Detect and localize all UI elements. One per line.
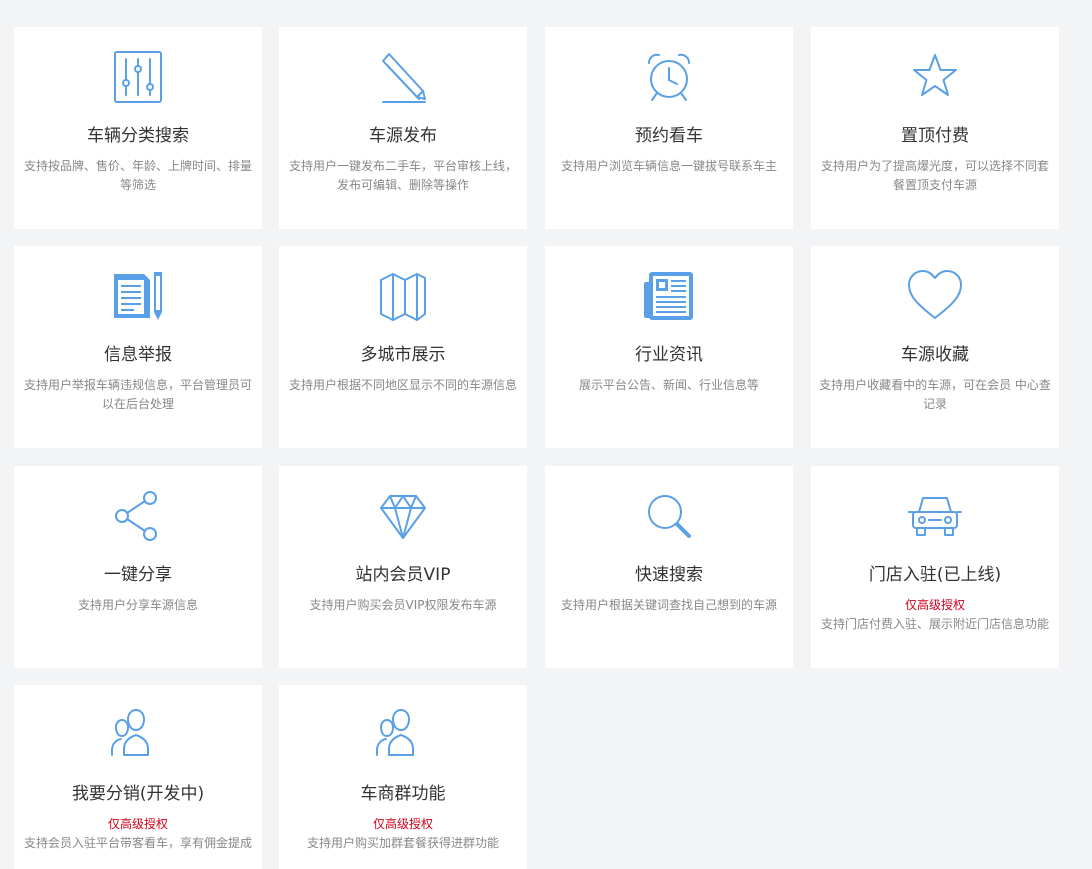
premium-license-badge: 仅高级授权 [904, 598, 965, 612]
feature-title: 我要分销(开发中) [71, 784, 205, 804]
feature-description: 支持用户购买会员VIP权限发布车源 [287, 596, 519, 615]
feature-card[interactable]: 站内会员VIP 支持用户购买会员VIP权限发布车源 [279, 466, 527, 668]
feature-description: 支持用户举报车辆违规信息，平台管理员可 以在后台处理 [22, 376, 254, 414]
feature-title: 车商群功能 [360, 784, 446, 804]
feature-description-line: 支持用户根据不同地区显示不同的车源信息 [288, 378, 517, 392]
feature-description: 支持用户根据关键词查找自己想到的车源 [553, 596, 785, 615]
document-pen-icon [14, 268, 262, 324]
feature-description-line: 支持用户举报车辆违规信息，平台管理员可 [23, 378, 252, 392]
heart-icon [811, 268, 1059, 324]
feature-title: 车源收藏 [901, 345, 969, 365]
feature-card[interactable]: 车辆分类搜索支持按品牌、售价、年龄、上牌时间、排量 等筛选 [14, 27, 262, 229]
feature-description-line: 餐置顶支付车源 [892, 178, 977, 192]
feature-description: 仅高级授权支持门店付费入驻、展示附近门店信息功能 [819, 596, 1051, 634]
feature-title: 站内会员VIP [355, 565, 451, 585]
feature-title: 快速搜索 [635, 565, 703, 585]
feature-title: 车辆分类搜索 [87, 126, 189, 146]
feature-title: 一键分享 [104, 565, 172, 585]
feature-description: 支持用户根据不同地区显示不同的车源信息 [287, 376, 519, 395]
feature-card[interactable]: 我要分销(开发中) 仅高级授权支持会员入驻平台带客看车，享有佣金提成 [14, 685, 262, 869]
feature-card[interactable]: 置顶付费支持用户为了提高爆光度，可以选择不同套 餐置顶支付车源 [811, 27, 1059, 229]
map-icon [279, 268, 527, 324]
feature-description-line: 发布可编辑、删除等操作 [336, 178, 469, 192]
feature-card[interactable]: 车源发布支持用户一键发布二手车，平台审核上线， 发布可编辑、删除等操作 [279, 27, 527, 229]
feature-title: 预约看车 [635, 126, 703, 146]
feature-description: 支持用户为了提高爆光度，可以选择不同套 餐置顶支付车源 [819, 157, 1051, 195]
feature-title: 信息举报 [104, 345, 172, 365]
feature-title: 车源发布 [369, 126, 437, 146]
feature-grid: 车辆分类搜索 支持按品牌、售价、年龄、上牌时间、排量 等筛选 车源发布 支持用户一键发布… [0, 0, 1092, 869]
feature-card[interactable]: 信息举报支持用户举报车辆违规信息，平台管理员可 以在后台处理 [14, 246, 262, 448]
feature-description-line: 支持用户分享车源信息 [77, 598, 198, 612]
feature-card[interactable]: 行业资讯展示平台公告、新闻、行业信息等 [545, 246, 793, 448]
feature-description: 支持用户分享车源信息 [22, 596, 254, 615]
feature-description-line: 支持用户为了提高爆光度，可以选择不同套 [820, 159, 1049, 173]
feature-description-line: 支持会员入驻平台带客看车，享有佣金提成 [23, 836, 252, 850]
feature-card[interactable]: 预约看车支持用户浏览车辆信息一键拔号联系车主 [545, 27, 793, 229]
feature-card[interactable]: 车源收藏支持用户收藏看中的车源，可在会员 中心查 记录 [811, 246, 1059, 448]
feature-description-line: 等筛选 [119, 178, 156, 192]
users-icon [279, 707, 527, 763]
feature-description-line: 展示平台公告、新闻、行业信息等 [578, 378, 759, 392]
newspaper-icon [545, 268, 793, 324]
feature-card[interactable]: 车商群功能仅高级授权支持用户购买加群套餐获得进群功能 [279, 685, 527, 869]
search-icon [545, 488, 793, 544]
feature-description: 支持用户收藏看中的车源，可在会员 中心查 记录 [819, 376, 1051, 414]
users-icon [14, 707, 262, 763]
feature-description-line: 支持用户根据关键词查找自己想到的车源 [560, 598, 777, 612]
feature-card[interactable]: 门店入驻(已上线) 仅高级授权支持门店付费入驻、展示附近门店信息功能 [811, 466, 1059, 668]
feature-title: 行业资讯 [635, 345, 703, 365]
feature-title: 置顶付费 [901, 126, 969, 146]
feature-description-line: 支持用户收藏看中的车源，可在会员 中心查 [819, 378, 1051, 392]
feature-description-line: 支持用户购买加群套餐获得进群功能 [306, 836, 499, 850]
feature-description: 仅高级授权支持会员入驻平台带客看车，享有佣金提成 [22, 815, 254, 853]
alarm-clock-icon [545, 49, 793, 105]
premium-license-badge: 仅高级授权 [107, 817, 168, 831]
feature-description: 支持用户一键发布二手车，平台审核上线， 发布可编辑、删除等操作 [287, 157, 519, 195]
feature-description-line: 支持用户浏览车辆信息一键拔号联系车主 [560, 159, 777, 173]
feature-description-line: 以在后台处理 [101, 397, 174, 411]
feature-description-line: 记录 [922, 397, 947, 411]
sliders-icon [14, 49, 262, 105]
feature-description-line: 支持按品牌、售价、年龄、上牌时间、排量 [23, 159, 252, 173]
star-icon [811, 49, 1059, 105]
share-icon [14, 488, 262, 544]
diamond-icon [279, 488, 527, 544]
feature-title: 多城市展示 [360, 345, 446, 365]
feature-description-line: 支持用户购买会员VIP权限发布车源 [309, 598, 497, 612]
feature-title: 门店入驻(已上线) [868, 565, 1002, 585]
feature-card[interactable]: 一键分享支持用户分享车源信息 [14, 466, 262, 668]
feature-description-line: 支持门店付费入驻、展示附近门店信息功能 [820, 617, 1049, 631]
feature-description: 展示平台公告、新闻、行业信息等 [553, 376, 785, 395]
car-icon [811, 488, 1059, 544]
premium-license-badge: 仅高级授权 [372, 817, 433, 831]
feature-description: 支持用户浏览车辆信息一键拔号联系车主 [553, 157, 785, 176]
pencil-icon [279, 49, 527, 105]
feature-description: 仅高级授权支持用户购买加群套餐获得进群功能 [287, 815, 519, 853]
feature-description: 支持按品牌、售价、年龄、上牌时间、排量 等筛选 [22, 157, 254, 195]
feature-card[interactable]: 快速搜索支持用户根据关键词查找自己想到的车源 [545, 466, 793, 668]
feature-description-line: 支持用户一键发布二手车，平台审核上线， [288, 159, 517, 173]
feature-card[interactable]: 多城市展示支持用户根据不同地区显示不同的车源信息 [279, 246, 527, 448]
